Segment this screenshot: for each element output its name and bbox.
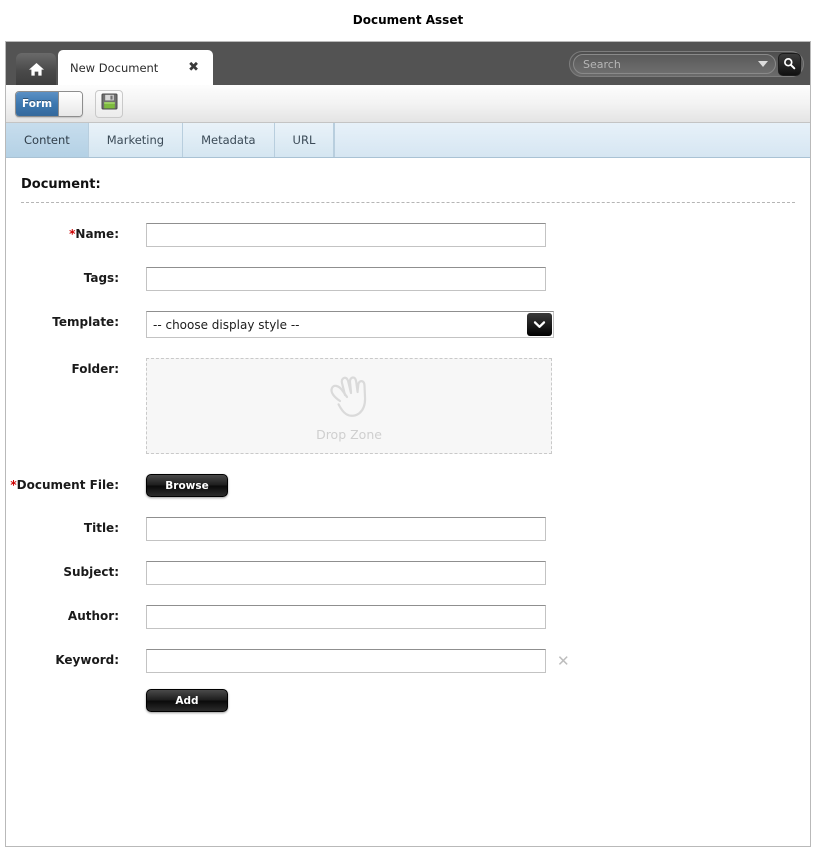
application-window: New Document ✖ Form bbox=[5, 41, 811, 847]
field-row-name: *Name: bbox=[6, 223, 810, 247]
tab-url[interactable]: URL bbox=[274, 123, 335, 157]
search-input[interactable] bbox=[583, 57, 758, 71]
title-label: Title: bbox=[83, 521, 119, 535]
template-select[interactable]: -- choose display style -- bbox=[146, 311, 554, 338]
search-bar bbox=[569, 51, 804, 77]
field-row-tags: Tags: bbox=[6, 267, 810, 291]
tab-content[interactable]: Content bbox=[6, 123, 89, 157]
home-icon bbox=[28, 62, 45, 77]
document-tab-label: New Document bbox=[70, 60, 159, 75]
subject-label: Subject: bbox=[63, 565, 119, 579]
field-row-keyword: Keyword: ✕ bbox=[6, 649, 810, 673]
form-panel: Document: *Name: Tags: Template: -- choo… bbox=[6, 158, 810, 846]
author-label: Author: bbox=[67, 609, 119, 623]
search-button[interactable] bbox=[778, 52, 801, 76]
field-row-document-file: *Document File: Browse bbox=[6, 474, 810, 497]
remove-keyword-icon[interactable]: ✕ bbox=[557, 649, 570, 673]
toolbar: Form bbox=[6, 85, 810, 123]
field-row-author: Author: bbox=[6, 605, 810, 629]
floppy-disk-save-icon bbox=[101, 93, 118, 114]
browser-tab-group: New Document ✖ bbox=[16, 50, 213, 85]
section-tab-strip: Content Marketing Metadata URL bbox=[6, 123, 810, 158]
drop-zone-label: Drop Zone bbox=[316, 426, 382, 442]
template-select-value: -- choose display style -- bbox=[153, 317, 300, 332]
keyword-input-group: ✕ bbox=[146, 649, 570, 673]
tab-marketing[interactable]: Marketing bbox=[88, 123, 184, 157]
author-input[interactable] bbox=[146, 605, 546, 629]
form-toggle-label: Form bbox=[16, 91, 58, 116]
page-title: Document Asset bbox=[352, 13, 464, 27]
tags-input[interactable] bbox=[146, 267, 546, 291]
add-button[interactable]: Add bbox=[146, 689, 228, 712]
form-section-heading: Document: bbox=[21, 177, 101, 192]
keyword-input[interactable] bbox=[146, 649, 546, 673]
tags-label: Tags: bbox=[83, 271, 119, 285]
title-input[interactable] bbox=[146, 517, 546, 541]
name-label: *Name: bbox=[69, 227, 119, 241]
folder-label: Folder: bbox=[71, 362, 119, 376]
window-header-bar: New Document ✖ bbox=[6, 42, 810, 85]
save-button[interactable] bbox=[95, 89, 123, 118]
folder-drop-zone[interactable]: Drop Zone bbox=[146, 358, 552, 454]
search-field-container bbox=[573, 54, 776, 74]
section-divider bbox=[21, 202, 795, 203]
field-row-subject: Subject: bbox=[6, 561, 810, 585]
form-toggle-knob bbox=[58, 91, 82, 116]
document-tab[interactable]: New Document ✖ bbox=[58, 50, 213, 85]
chevron-down-icon[interactable] bbox=[758, 61, 768, 67]
chevron-down-icon[interactable] bbox=[527, 313, 552, 336]
close-icon[interactable]: ✖ bbox=[182, 61, 205, 74]
search-icon bbox=[783, 55, 796, 74]
field-row-add: Add bbox=[6, 689, 810, 712]
form-mode-toggle[interactable]: Form bbox=[15, 90, 83, 117]
name-input[interactable] bbox=[146, 223, 546, 247]
add-spacer bbox=[6, 689, 146, 693]
subject-input[interactable] bbox=[146, 561, 546, 585]
tab-metadata[interactable]: Metadata bbox=[183, 123, 275, 157]
field-row-folder: Folder: Drop Zone bbox=[6, 358, 810, 454]
home-tab-button[interactable] bbox=[16, 53, 56, 85]
browse-button[interactable]: Browse bbox=[146, 474, 228, 497]
document-file-label: *Document File: bbox=[10, 478, 119, 492]
keyword-label: Keyword: bbox=[55, 653, 119, 667]
field-row-template: Template: -- choose display style -- bbox=[6, 311, 810, 338]
pointing-hand-icon bbox=[320, 371, 378, 425]
template-label: Template: bbox=[52, 315, 119, 329]
field-row-title: Title: bbox=[6, 517, 810, 541]
